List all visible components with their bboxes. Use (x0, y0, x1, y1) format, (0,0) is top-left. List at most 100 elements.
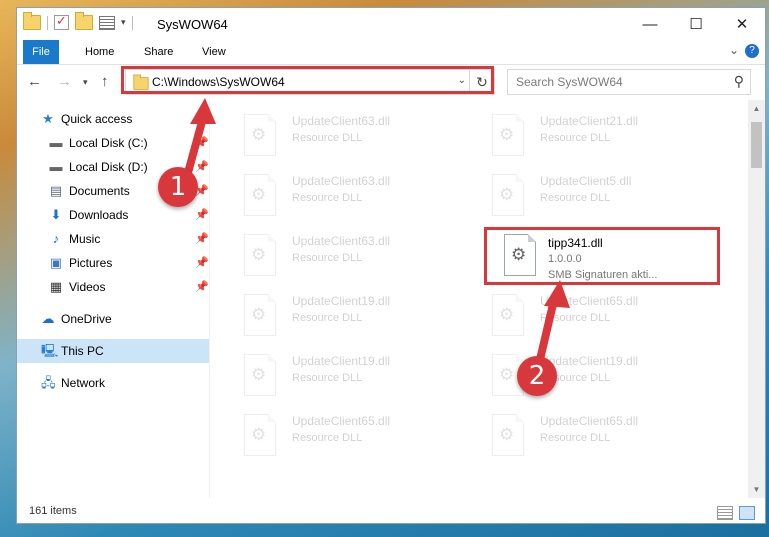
list-item[interactable]: ⚙ UpdateClient19.dll Resource DLL (238, 350, 468, 406)
toolbar-divider (47, 15, 48, 30)
list-item[interactable]: ⚙ UpdateClient5.dll Resource DLL (486, 170, 716, 226)
new-folder-icon[interactable] (75, 12, 93, 30)
sidebar-item-label: Downloads (69, 208, 129, 222)
dll-file-icon: ⚙ (244, 354, 280, 398)
expand-ribbon-icon[interactable]: ⌄ (729, 43, 739, 57)
recent-locations-icon[interactable]: ▾ (83, 77, 88, 88)
maximize-button[interactable]: ☐ (673, 8, 719, 40)
status-bar: 161 items (17, 502, 765, 523)
file-name: UpdateClient65.dll (540, 294, 639, 308)
list-item[interactable]: ⚙ UpdateClient19.dll Resource DLL (238, 290, 468, 346)
file-description: Resource DLL (292, 252, 363, 264)
customize-icon[interactable] (99, 15, 115, 30)
star-icon: ★ (42, 111, 54, 126)
address-highlight-box (121, 66, 494, 94)
sidebar-item-pictures[interactable]: ▣ Pictures 📌 (17, 251, 209, 275)
qat-dropdown-icon[interactable]: ▾ (121, 17, 126, 28)
dll-file-icon: ⚙ (492, 174, 528, 218)
scroll-thumb[interactable] (751, 122, 762, 168)
close-button[interactable]: ✕ (719, 8, 765, 40)
callout-badge-1: 1 (158, 167, 198, 207)
quick-access-toolbar: ▾ (23, 12, 133, 30)
search-placeholder: Search SysWOW64 (516, 75, 623, 89)
vertical-scrollbar[interactable]: ▲ ▼ (748, 100, 765, 498)
details-view-icon[interactable] (717, 506, 733, 520)
sidebar-item-label: Pictures (69, 256, 113, 270)
tab-view[interactable]: View (192, 40, 236, 64)
file-name: UpdateClient63.dll (292, 234, 391, 248)
search-icon[interactable]: ⚲ (734, 73, 744, 90)
pin-icon[interactable]: 📌 (195, 203, 209, 227)
list-item[interactable]: ⚙ UpdateClient65.dll Resource DLL (238, 410, 468, 466)
properties-check-icon[interactable] (54, 13, 69, 30)
sidebar-item-label: Videos (69, 280, 106, 294)
sidebar-item-network[interactable]: 🖧 Network (17, 371, 209, 395)
sidebar-item-videos[interactable]: ▦ Videos 📌 (17, 275, 209, 299)
pin-icon[interactable]: 📌 (195, 275, 209, 299)
title-bar: ▾ SysWOW64 — ☐ ✕ (17, 8, 765, 40)
dll-file-icon: ⚙ (492, 414, 528, 458)
minimize-button[interactable]: — (627, 8, 673, 40)
file-name: UpdateClient63.dll (292, 114, 391, 128)
dll-file-icon: ⚙ (244, 294, 280, 338)
drive-icon: ▬ (49, 159, 63, 174)
item-count: 161 items (29, 505, 77, 517)
file-name: UpdateClient65.dll (292, 414, 391, 428)
list-item[interactable]: ⚙ UpdateClient21.dll Resource DLL (486, 110, 716, 166)
scroll-down-icon[interactable]: ▼ (748, 481, 765, 498)
file-description: Resource DLL (540, 132, 611, 144)
sidebar-item-quick-access[interactable]: ★ Quick access (17, 107, 209, 131)
network-icon: 🖧 (41, 375, 56, 390)
pin-icon[interactable]: 📌 (195, 227, 209, 251)
up-arrow-icon[interactable]: ↑ (101, 73, 109, 90)
list-item[interactable]: ⚙ UpdateClient63.dll Resource DLL (238, 110, 468, 166)
tab-share[interactable]: Share (134, 40, 183, 64)
sidebar-item-label: Network (61, 376, 106, 390)
sidebar-item-label: Local Disk (C:) (69, 136, 148, 150)
sidebar-item-onedrive[interactable]: ☁ OneDrive (17, 307, 209, 331)
help-icon[interactable]: ? (745, 44, 759, 58)
list-item[interactable]: ⚙ UpdateClient63.dll Resource DLL (238, 170, 468, 226)
folder-icon (23, 12, 41, 30)
list-item[interactable]: ⚙ UpdateClient65.dll Resource DLL (486, 290, 716, 346)
large-icons-view-icon[interactable] (739, 506, 755, 520)
dll-file-icon: ⚙ (492, 294, 528, 338)
search-input[interactable]: Search SysWOW64 ⚲ (507, 69, 751, 95)
callout-badge-2: 2 (517, 356, 557, 396)
sidebar-item-label: OneDrive (61, 312, 112, 326)
file-description: Resource DLL (540, 432, 611, 444)
file-description: Resource DLL (540, 192, 611, 204)
toolbar-divider (131, 15, 133, 30)
file-name: UpdateClient19.dll (292, 294, 391, 308)
tab-file[interactable]: File (23, 40, 59, 64)
sidebar-item-this-pc[interactable]: 🖳 This PC (17, 339, 209, 363)
file-description: Resource DLL (292, 312, 363, 324)
videos-icon: ▦ (49, 279, 63, 294)
back-arrow-icon[interactable]: ← (27, 73, 42, 90)
pin-icon[interactable]: 📌 (195, 131, 209, 155)
window-title: SysWOW64 (157, 17, 228, 32)
explorer-window: ▾ SysWOW64 — ☐ ✕ File Home Share View ⌄ … (17, 8, 765, 523)
sidebar-item-music[interactable]: ♪ Music 📌 (17, 227, 209, 251)
sidebar-item-label: Quick access (61, 112, 133, 126)
sidebar-item-local-disk-c[interactable]: ▬ Local Disk (C:) 📌 (17, 131, 209, 155)
pin-icon[interactable]: 📌 (195, 251, 209, 275)
dll-file-icon: ⚙ (244, 174, 280, 218)
music-icon: ♪ (52, 231, 60, 246)
list-item[interactable]: ⚙ UpdateClient65.dll Resource DLL (486, 410, 716, 466)
file-name: UpdateClient65.dll (540, 414, 639, 428)
documents-icon: ▤ (49, 183, 63, 198)
sidebar-item-label: Music (69, 232, 101, 246)
pin-icon[interactable]: 📌 (195, 155, 209, 179)
downloads-icon: ⬇ (50, 207, 62, 222)
dll-file-icon: ⚙ (492, 114, 528, 158)
list-item[interactable]: ⚙ UpdateClient63.dll Resource DLL (238, 230, 468, 286)
sidebar-item-label: Local Disk (D:) (69, 160, 148, 174)
file-description: Resource DLL (540, 312, 611, 324)
file-name: UpdateClient63.dll (292, 174, 391, 188)
forward-arrow-icon[interactable]: → (57, 73, 72, 90)
scroll-up-icon[interactable]: ▲ (748, 100, 765, 117)
pictures-icon: ▣ (49, 255, 63, 270)
file-name: UpdateClient19.dll (292, 354, 391, 368)
tab-home[interactable]: Home (75, 40, 124, 64)
